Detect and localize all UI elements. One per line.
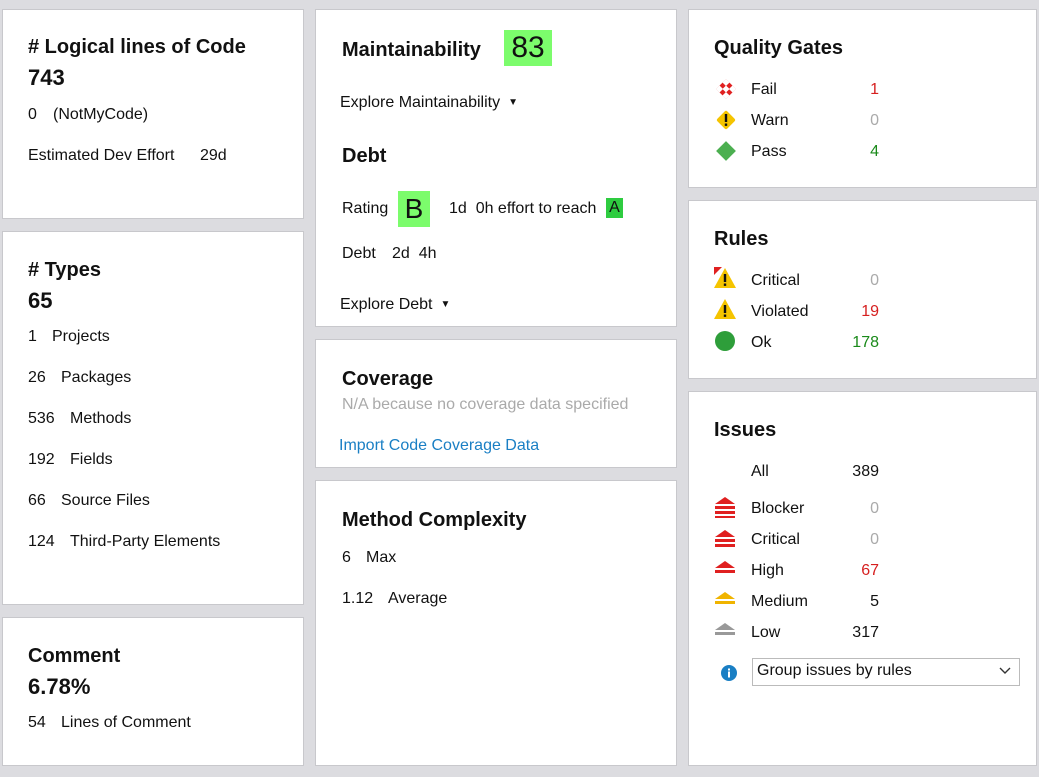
low-icon bbox=[714, 622, 736, 643]
issues-all-label[interactable]: All bbox=[751, 463, 769, 481]
types-row-sourcefiles-count[interactable]: 66 bbox=[28, 492, 46, 510]
qg-pass-count[interactable]: 4 bbox=[839, 143, 879, 161]
ok-rule-icon bbox=[714, 330, 736, 357]
loc-card: # Logical lines of Code 743 0 (NotMyCode… bbox=[2, 9, 304, 219]
rules-critical-count[interactable]: 0 bbox=[839, 272, 879, 290]
notmycode-label[interactable]: (NotMyCode) bbox=[53, 106, 148, 124]
qg-fail-label[interactable]: Fail bbox=[751, 81, 777, 99]
warn-icon bbox=[715, 109, 737, 136]
comment-title: Comment bbox=[28, 645, 121, 667]
debt-value[interactable]: 2d 4h bbox=[392, 245, 436, 263]
qg-fail-count[interactable]: 1 bbox=[839, 81, 879, 99]
rules-ok-count[interactable]: 178 bbox=[839, 334, 879, 352]
loc-title: # Logical lines of Code bbox=[28, 36, 246, 58]
coverage-note: N/A because no coverage data specified bbox=[342, 396, 629, 413]
types-row-fields-label[interactable]: Fields bbox=[70, 451, 113, 469]
types-value: 65 bbox=[28, 288, 53, 313]
types-row-projects-label[interactable]: Projects bbox=[52, 328, 110, 346]
debt-effort-text: 1d 0h effort to reach bbox=[449, 200, 597, 217]
types-row-methods-label[interactable]: Methods bbox=[70, 410, 131, 428]
dropdown-caret-icon: ▼ bbox=[508, 97, 518, 109]
issues-card: Issues All 389 Blocker 0 Critical 0 High… bbox=[688, 391, 1037, 766]
maintainability-title: Maintainability bbox=[342, 39, 481, 61]
debt-label: Debt bbox=[342, 245, 376, 262]
quality-gates-title: Quality Gates bbox=[714, 37, 843, 59]
loc-value: 743 bbox=[28, 65, 65, 90]
group-issues-select[interactable]: Group issues by rules bbox=[752, 658, 1020, 686]
dev-effort-value[interactable]: 29d bbox=[200, 147, 227, 165]
rules-violated-label[interactable]: Violated bbox=[751, 303, 809, 321]
issues-blocker-label[interactable]: Blocker bbox=[751, 500, 804, 518]
pass-icon bbox=[715, 140, 737, 167]
qg-pass-label[interactable]: Pass bbox=[751, 143, 787, 161]
complexity-title: Method Complexity bbox=[342, 509, 527, 531]
blocker-icon bbox=[714, 496, 736, 523]
types-row-sourcefiles-label[interactable]: Source Files bbox=[61, 492, 150, 510]
group-issues-select-value: Group issues by rules bbox=[757, 662, 912, 679]
high-icon bbox=[714, 560, 736, 581]
types-row-fields-count[interactable]: 192 bbox=[28, 451, 55, 469]
violated-rule-icon bbox=[713, 297, 737, 326]
rules-violated-count[interactable]: 19 bbox=[839, 303, 879, 321]
dev-effort-label: Estimated Dev Effort bbox=[28, 147, 175, 164]
qg-warn-count[interactable]: 0 bbox=[839, 112, 879, 130]
rules-card: Rules Critical 0 Violated 19 Ok 178 bbox=[688, 200, 1037, 379]
debt-target-rating-badge[interactable]: A bbox=[606, 198, 623, 218]
issues-critical-label[interactable]: Critical bbox=[751, 531, 800, 549]
critical-rule-icon bbox=[713, 266, 737, 295]
comment-value: 6.78% bbox=[28, 674, 91, 699]
complexity-max-label: Max bbox=[366, 549, 397, 566]
dropdown-caret-icon: ▼ bbox=[440, 299, 451, 311]
types-row-methods-count[interactable]: 536 bbox=[28, 410, 55, 428]
explore-debt-label: Explore Debt bbox=[340, 296, 433, 313]
rules-title: Rules bbox=[714, 228, 769, 250]
issues-high-count[interactable]: 67 bbox=[839, 562, 879, 580]
maintainability-score-badge[interactable]: 83 bbox=[504, 30, 552, 66]
types-row-thirdparty-count[interactable]: 124 bbox=[28, 533, 55, 551]
coverage-card: Coverage N/A because no coverage data sp… bbox=[315, 339, 677, 468]
explore-maintainability-label: Explore Maintainability bbox=[340, 94, 501, 111]
fail-icon bbox=[715, 78, 737, 105]
explore-maintainability-menu[interactable]: Explore Maintainability ▼ bbox=[340, 94, 518, 112]
notmycode-count: 0 bbox=[28, 106, 37, 123]
issues-low-label[interactable]: Low bbox=[751, 624, 780, 642]
issues-high-label[interactable]: High bbox=[751, 562, 784, 580]
coverage-title: Coverage bbox=[342, 368, 434, 390]
issues-critical-count[interactable]: 0 bbox=[839, 531, 879, 549]
types-title: # Types bbox=[28, 259, 101, 281]
explore-debt-menu[interactable]: Explore Debt ▼ bbox=[340, 296, 450, 314]
comment-lines-label: Lines of Comment bbox=[61, 714, 191, 731]
rules-ok-label[interactable]: Ok bbox=[751, 334, 771, 352]
complexity-avg-label: Average bbox=[388, 590, 448, 607]
issues-medium-count[interactable]: 5 bbox=[839, 593, 879, 611]
complexity-avg-value[interactable]: 1.12 bbox=[342, 590, 373, 608]
types-row-thirdparty-label[interactable]: Third-Party Elements bbox=[70, 533, 220, 551]
rules-critical-label[interactable]: Critical bbox=[751, 272, 800, 290]
complexity-card: Method Complexity 6 Max 1.12 Average bbox=[315, 480, 677, 766]
comment-card: Comment 6.78% 54 Lines of Comment bbox=[2, 617, 304, 766]
import-coverage-link[interactable]: Import Code Coverage Data bbox=[339, 437, 539, 455]
types-row-packages-label[interactable]: Packages bbox=[61, 369, 131, 387]
info-icon[interactable] bbox=[720, 664, 738, 687]
issues-blocker-count[interactable]: 0 bbox=[839, 500, 879, 518]
issues-medium-label[interactable]: Medium bbox=[751, 593, 808, 611]
qg-warn-label[interactable]: Warn bbox=[751, 112, 789, 130]
comment-lines-count: 54 bbox=[28, 714, 46, 731]
complexity-max-value[interactable]: 6 bbox=[342, 549, 351, 567]
debt-rating-badge[interactable]: B bbox=[398, 191, 430, 227]
types-card: # Types 65 1 Projects 26 Packages 536 Me… bbox=[2, 231, 304, 605]
chevron-down-icon bbox=[999, 662, 1011, 683]
maintainability-card: Maintainability 83 Explore Maintainabili… bbox=[315, 9, 677, 327]
types-row-projects-count[interactable]: 1 bbox=[28, 328, 37, 346]
critical-icon bbox=[714, 529, 736, 554]
debt-rating-label: Rating bbox=[342, 200, 389, 217]
types-row-packages-count[interactable]: 26 bbox=[28, 369, 46, 387]
quality-gates-card: Quality Gates Fail 1 Warn 0 Pass 4 bbox=[688, 9, 1037, 188]
debt-title: Debt bbox=[342, 145, 387, 167]
issues-all-count[interactable]: 389 bbox=[839, 463, 879, 481]
issues-low-count[interactable]: 317 bbox=[839, 624, 879, 642]
medium-icon bbox=[714, 591, 736, 612]
issues-title: Issues bbox=[714, 419, 777, 441]
